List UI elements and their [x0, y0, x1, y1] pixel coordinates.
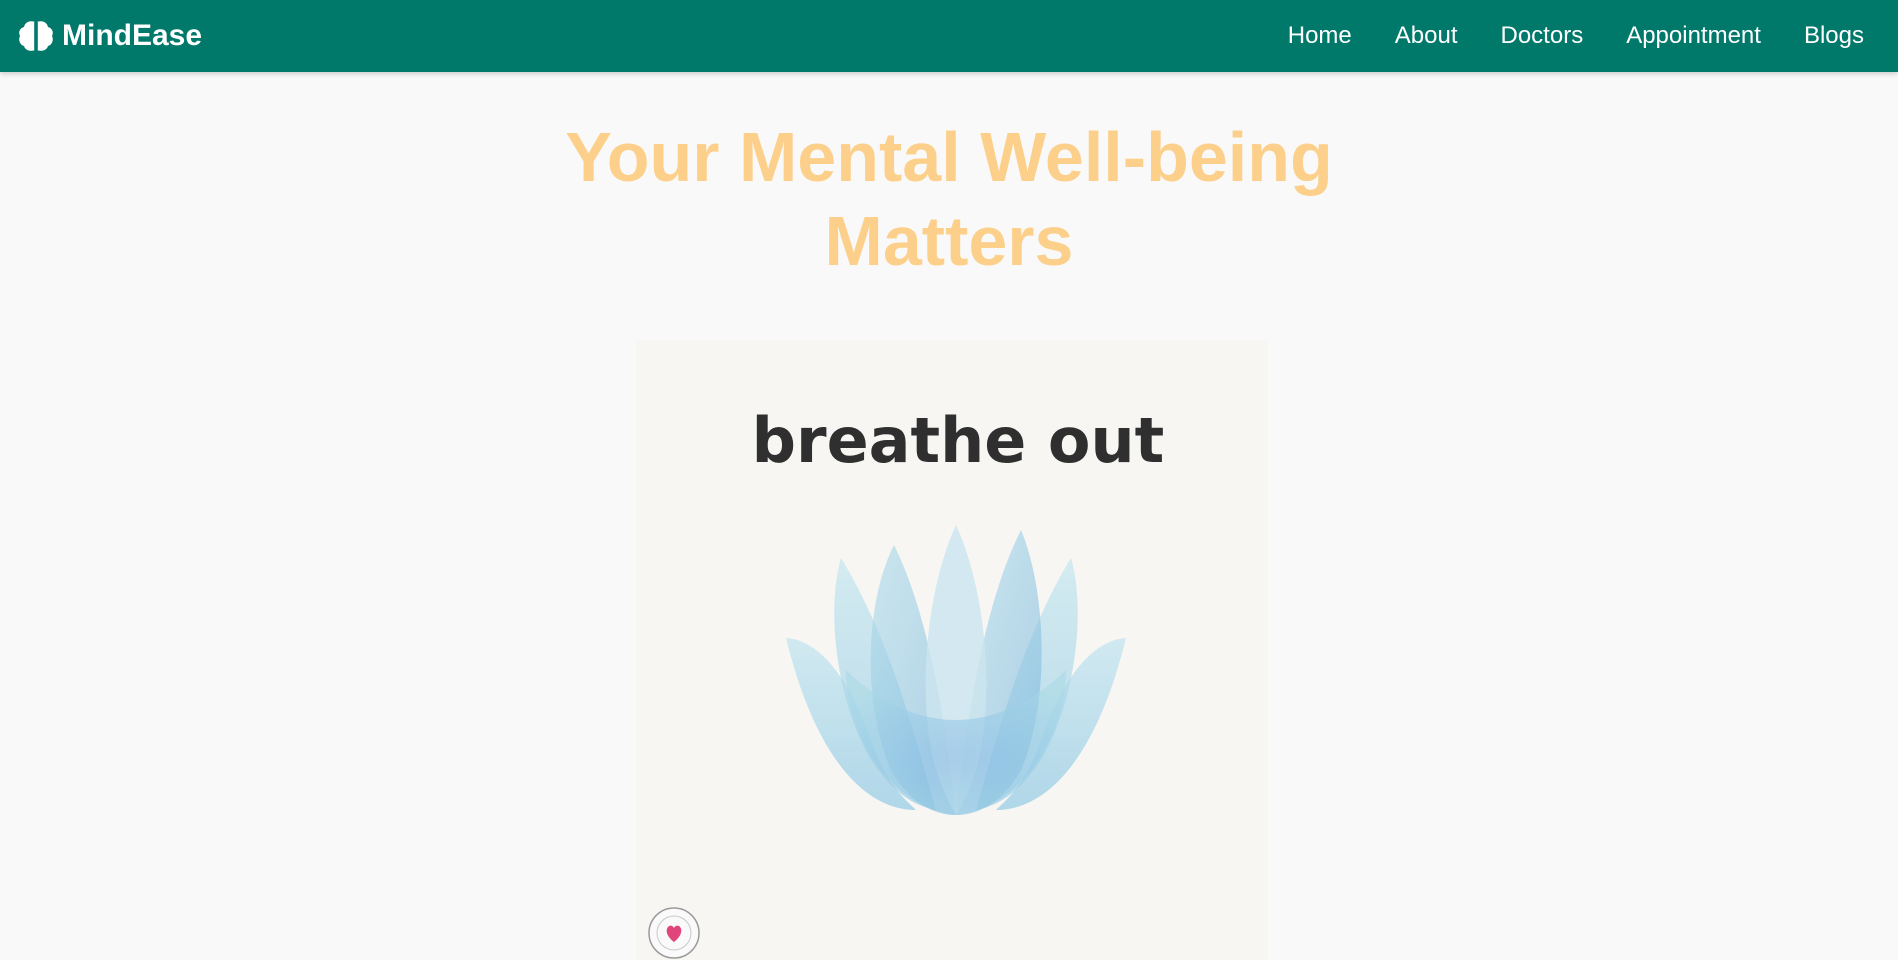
nav-link-home[interactable]: Home — [1288, 22, 1352, 50]
breathe-out-illustration: breathe out — [636, 340, 1268, 960]
nav-link-doctors[interactable]: Doctors — [1501, 22, 1584, 50]
hero-title: Your Mental Well-being Matters — [565, 118, 1333, 280]
brand-logo-link[interactable]: MindEase — [18, 19, 202, 53]
navbar: MindEase Home About Doctors Appointment … — [0, 0, 1898, 72]
hero-image: breathe out — [636, 340, 1268, 960]
brand-name: MindEase — [62, 19, 203, 52]
hero-section: Your Mental Well-being Matters — [0, 115, 1898, 283]
brain-icon — [19, 21, 53, 51]
nav-link-blogs[interactable]: Blogs — [1804, 22, 1864, 50]
image-caption: breathe out — [752, 404, 1165, 477]
main-nav: Home About Doctors Appointment Blogs — [1288, 22, 1864, 50]
color-snack-stamp — [648, 907, 700, 959]
nav-link-appointment[interactable]: Appointment — [1626, 22, 1761, 50]
nav-link-about[interactable]: About — [1395, 22, 1458, 50]
